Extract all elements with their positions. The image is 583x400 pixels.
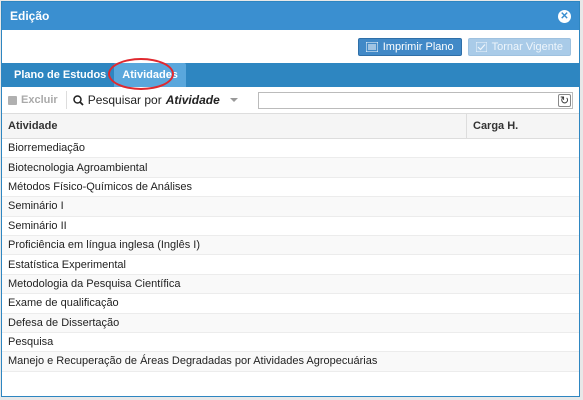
check-icon bbox=[475, 41, 487, 52]
table-row[interactable]: Seminário II bbox=[2, 216, 579, 236]
refresh-icon[interactable]: ↻ bbox=[558, 93, 571, 107]
cell-atividade: Biorremediação bbox=[2, 138, 467, 159]
cell-carga bbox=[466, 157, 579, 178]
cell-atividade: Exame de qualificação bbox=[2, 293, 467, 314]
trash-icon bbox=[8, 95, 17, 105]
table-row[interactable]: Biorremediação bbox=[2, 138, 579, 159]
make-current-label: Tornar Vigente bbox=[491, 40, 563, 53]
table-row[interactable]: Defesa de Dissertação bbox=[2, 313, 579, 333]
cell-atividade: Seminário I bbox=[2, 196, 467, 217]
delete-label: Excluir bbox=[21, 94, 58, 106]
print-plan-button[interactable]: Imprimir Plano bbox=[357, 37, 462, 56]
activities-table: Atividade Carga H. Biorremediação Biotec… bbox=[2, 114, 579, 372]
cell-atividade: Seminário II bbox=[2, 216, 467, 236]
column-header-atividade[interactable]: Atividade bbox=[2, 114, 467, 139]
toolbar: Imprimir Plano Tornar Vigente bbox=[2, 30, 579, 63]
tab-plano-de-estudos[interactable]: Plano de Estudos bbox=[6, 63, 114, 87]
table-row[interactable]: Pesquisa bbox=[2, 332, 579, 353]
table-header-row: Atividade Carga H. bbox=[2, 114, 579, 139]
delete-button[interactable]: Excluir bbox=[8, 91, 67, 109]
cell-carga bbox=[466, 351, 579, 372]
tab-bar: Plano de Estudos Atividades bbox=[2, 58, 579, 90]
table-row[interactable]: Estatística Experimental bbox=[2, 254, 579, 275]
cell-carga bbox=[466, 196, 579, 217]
search-field-dropdown[interactable]: Pesquisar por Atividade bbox=[72, 93, 238, 107]
search-prefix: Pesquisar por bbox=[87, 93, 162, 107]
cell-carga bbox=[466, 274, 579, 295]
close-icon[interactable]: ✕ bbox=[558, 9, 571, 23]
action-bar: Excluir Pesquisar por Atividade ↻ bbox=[2, 87, 579, 114]
tab-atividades[interactable]: Atividades bbox=[108, 58, 186, 90]
cell-carga bbox=[466, 177, 579, 198]
make-current-button[interactable]: Tornar Vigente bbox=[467, 37, 571, 56]
cell-atividade: Defesa de Dissertação bbox=[2, 313, 467, 333]
search-icon bbox=[72, 94, 84, 106]
table-row[interactable]: Metodologia da Pesquisa Científica bbox=[2, 274, 579, 295]
cell-atividade: Estatística Experimental bbox=[2, 254, 467, 275]
cell-carga bbox=[466, 313, 579, 333]
table-row[interactable]: Manejo e Recuperação de Áreas Degradadas… bbox=[2, 351, 579, 372]
cell-atividade: Pesquisa bbox=[2, 332, 467, 353]
edit-dialog: Edição ✕ Imprimir Plano Tornar Vigente P… bbox=[1, 1, 580, 397]
title-bar: Edição ✕ bbox=[2, 2, 579, 30]
table-row[interactable]: Seminário I bbox=[2, 196, 579, 217]
table-row[interactable]: Biotecnologia Agroambiental bbox=[2, 157, 579, 178]
cell-carga bbox=[466, 332, 579, 353]
search-input[interactable]: ↻ bbox=[257, 91, 573, 109]
dialog-title: Edição bbox=[10, 9, 50, 23]
cell-carga bbox=[466, 138, 579, 159]
table-row[interactable]: Exame de qualificação bbox=[2, 293, 579, 314]
column-header-carga[interactable]: Carga H. bbox=[466, 114, 579, 139]
cell-carga bbox=[466, 254, 579, 275]
cell-carga bbox=[466, 216, 579, 236]
chevron-down-icon bbox=[229, 98, 238, 102]
print-icon bbox=[365, 41, 378, 52]
cell-atividade: Manejo e Recuperação de Áreas Degradadas… bbox=[2, 351, 467, 372]
cell-atividade: Metodologia da Pesquisa Científica bbox=[2, 274, 467, 295]
print-plan-label: Imprimir Plano bbox=[382, 40, 454, 53]
cell-carga bbox=[466, 293, 579, 314]
cell-atividade: Biotecnologia Agroambiental bbox=[2, 157, 467, 178]
search-field-name: Atividade bbox=[165, 93, 220, 107]
table-row[interactable]: Métodos Físico-Químicos de Análises bbox=[2, 177, 579, 198]
cell-atividade: Proficiência em língua inglesa (Inglês I… bbox=[2, 235, 467, 256]
table-row[interactable]: Proficiência em língua inglesa (Inglês I… bbox=[2, 235, 579, 256]
cell-carga bbox=[466, 235, 579, 256]
cell-atividade: Métodos Físico-Químicos de Análises bbox=[2, 177, 467, 198]
